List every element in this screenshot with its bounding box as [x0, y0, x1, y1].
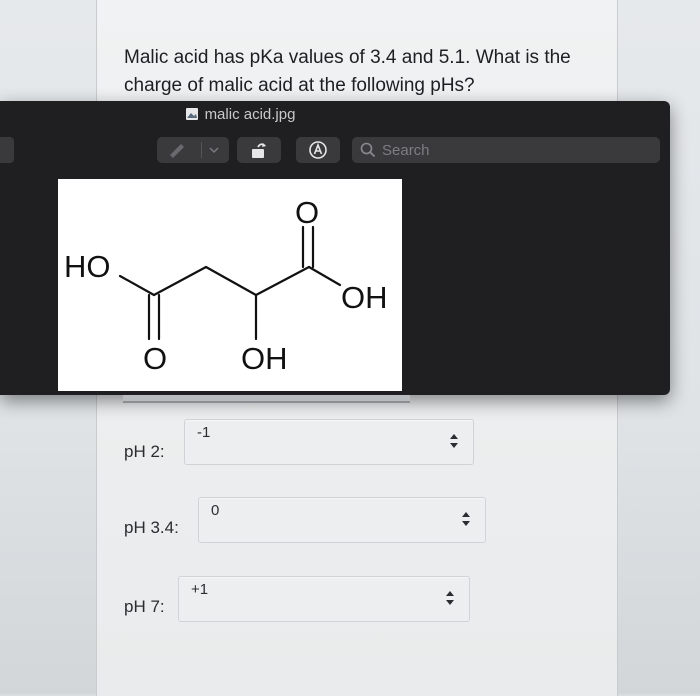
answer-label-ph7: pH 7:: [124, 597, 165, 616]
answer-value-ph7: +1: [191, 581, 209, 598]
ho-left-label: HO: [64, 249, 111, 284]
answer-value-ph2: -1: [197, 424, 211, 441]
pen-tool-button[interactable]: [157, 137, 229, 163]
chevron-down-icon: [209, 147, 219, 154]
rotate-button[interactable]: [237, 137, 281, 163]
updown-arrows-icon: [450, 434, 458, 448]
answer-select-ph34[interactable]: 0: [198, 497, 486, 543]
updown-arrows-icon: [446, 591, 454, 605]
answer-label-ph2: pH 2:: [124, 442, 165, 461]
search-icon: [360, 142, 376, 158]
viewer-toolbar: Search: [0, 131, 670, 167]
o-top-label: O: [295, 195, 319, 230]
image-viewer-window: malic acid.jpg Search HO OH O O OH: [0, 101, 670, 395]
updown-arrows-icon: [462, 512, 470, 526]
oh-right-label: OH: [341, 280, 388, 315]
o-bottom-label: O: [143, 341, 167, 376]
answer-value-ph34: 0: [211, 502, 220, 519]
malic-acid-structure: HO OH O O OH: [64, 195, 388, 376]
markup-button[interactable]: [296, 137, 340, 163]
search-placeholder: Search: [382, 141, 430, 159]
answer-select-ph7[interactable]: +1: [178, 576, 470, 622]
image-frame-edge: [123, 395, 410, 403]
question-text: Malic acid has pKa values of 3.4 and 5.1…: [124, 47, 571, 96]
pen-icon: [170, 144, 184, 158]
answer-select-ph2[interactable]: -1: [184, 419, 474, 465]
answer-label-ph34: pH 3.4:: [124, 518, 179, 537]
markup-icon: [309, 141, 327, 159]
search-field[interactable]: Search: [352, 137, 660, 163]
viewer-title-bar: malic acid.jpg: [0, 101, 670, 127]
oh-bottom-label: OH: [241, 341, 288, 376]
sidebar-toggle-button[interactable]: [0, 137, 14, 163]
image-file-icon: [185, 108, 198, 120]
viewer-file-name: malic acid.jpg: [204, 105, 296, 123]
rotate-icon: [252, 143, 266, 158]
malic-acid-image: HO OH O O OH: [58, 179, 402, 391]
